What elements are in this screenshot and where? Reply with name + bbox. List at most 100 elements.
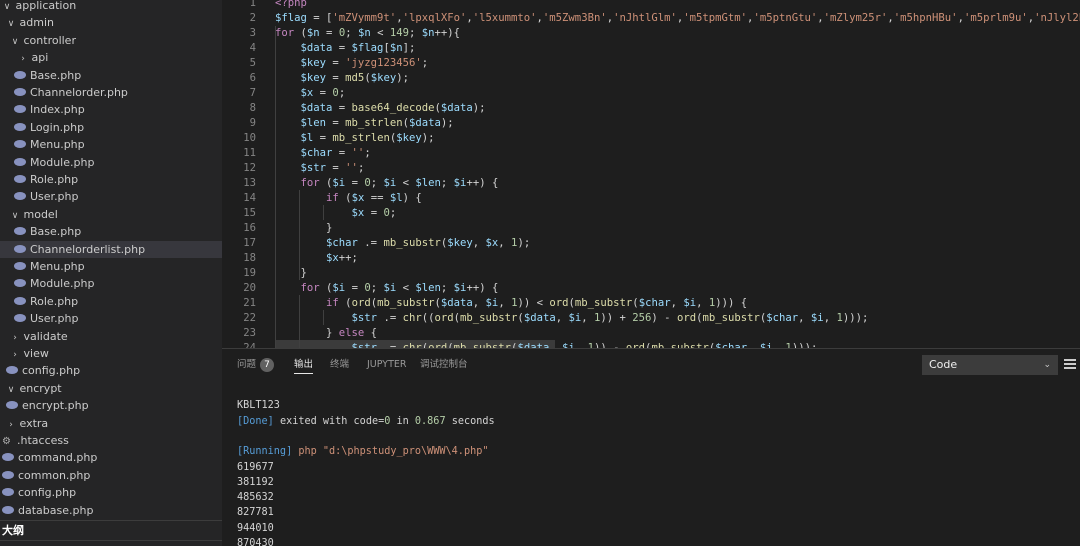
line-number: 19 — [243, 267, 256, 279]
code-line[interactable]: 23 } else { — [222, 326, 1080, 341]
file-item[interactable]: Menu.php — [0, 258, 222, 275]
panel-tab-label: 问题 — [237, 359, 257, 370]
code-line[interactable]: 8 $data = base64_decode($data); — [222, 101, 1080, 116]
output-channel-value: Code — [929, 358, 958, 371]
line-number: 6 — [249, 72, 256, 84]
file-item[interactable]: database.php — [0, 502, 222, 519]
folder-item[interactable]: › view — [0, 345, 222, 362]
file-item[interactable]: User.php — [0, 188, 222, 205]
panel-tab[interactable]: 终端 — [330, 358, 349, 374]
code-line[interactable]: 13 for ($i = 0; $i < $len; $i++) { — [222, 176, 1080, 191]
code-line[interactable]: 9 $len = mb_strlen($data); — [222, 116, 1080, 131]
file-item[interactable]: Module.php — [0, 154, 222, 171]
tree-item-label: User.php — [30, 190, 79, 204]
folder-item[interactable]: ∨ model — [0, 206, 222, 223]
folder-item[interactable]: › api — [0, 49, 222, 66]
line-number: 14 — [243, 192, 256, 204]
code-text: $char = ''; — [300, 147, 371, 159]
code-line[interactable]: 17 $char .= mb_substr($key, $x, 1); — [222, 236, 1080, 251]
tree-item-label: .htaccess — [17, 434, 69, 447]
file-item[interactable]: Channelorder.php — [0, 84, 222, 101]
folder-item[interactable]: ∨ controller — [0, 32, 222, 49]
tree-item-label: Module.php — [30, 155, 95, 169]
file-item[interactable]: Login.php — [0, 119, 222, 136]
file-item[interactable]: common.php — [0, 467, 222, 484]
panel-tab[interactable]: JUPYTER — [367, 358, 406, 374]
tree-item-label: api — [31, 51, 49, 65]
explorer-sidebar: ∨ application ∨ admin ∨ controller › api Bas… — [0, 0, 222, 546]
code-line[interactable]: 5 $key = 'jyzg123456'; — [222, 56, 1080, 71]
indent-guide — [299, 190, 300, 280]
file-item[interactable]: Menu.php — [0, 136, 222, 153]
file-item[interactable]: ⚙ .htaccess — [0, 432, 222, 449]
file-item[interactable]: User.php — [0, 310, 222, 327]
file-item[interactable]: command.php — [0, 449, 222, 466]
code-text: <?php — [275, 0, 307, 9]
file-item[interactable]: config.php — [0, 362, 222, 379]
tree-item-label: User.php — [30, 312, 79, 326]
code-line[interactable]: 10 $l = mb_strlen($key); — [222, 131, 1080, 146]
file-item[interactable]: config.php — [0, 484, 222, 501]
code-line[interactable]: 15 $x = 0; — [222, 206, 1080, 221]
code-line[interactable]: 2 $flag = ['mZVymm9t','lpxqlXFo','l5xummt… — [222, 11, 1080, 26]
line-number: 24 — [243, 342, 256, 348]
output-panel: 问题 7 输出 终端 JUPYTER 调试控制台 Code ⌄ KBLT123 [Done]… — [222, 348, 1080, 546]
folder-item[interactable]: ∨ admin — [0, 14, 222, 31]
code-line[interactable]: 11 $char = ''; — [222, 146, 1080, 161]
code-editor[interactable]: 1 <?php 2 $flag = ['mZVymm9t','lpxqlXFo','l… — [222, 0, 1080, 348]
file-item[interactable]: Base.php — [0, 223, 222, 240]
panel-tab[interactable]: 调试控制台 — [420, 358, 468, 374]
code-line[interactable]: 4 $data = $flag[$n]; — [222, 41, 1080, 56]
file-item[interactable]: Index.php — [0, 101, 222, 118]
php-file-icon — [14, 88, 26, 96]
timeline-section-header[interactable] — [0, 540, 222, 546]
code-line[interactable]: 24 $str .= chr(ord(mb_substr($data, $i, … — [222, 341, 1080, 348]
file-item[interactable]: Role.php — [0, 171, 222, 188]
code-line[interactable]: 7 $x = 0; — [222, 86, 1080, 101]
line-number: 4 — [249, 42, 256, 54]
code-line[interactable]: 20 for ($i = 0; $i < $len; $i++) { — [222, 281, 1080, 296]
php-file-icon — [14, 279, 26, 288]
file-item[interactable]: Role.php — [0, 293, 222, 310]
output-line: 827781 — [237, 507, 274, 519]
php-file-icon — [14, 105, 26, 114]
file-item[interactable]: encrypt.php — [0, 397, 222, 414]
output-channel-select[interactable]: Code ⌄ — [922, 355, 1058, 375]
folder-item[interactable]: ∨ application — [0, 0, 222, 14]
code-text: $key = 'jyzg123456'; — [300, 57, 429, 69]
code-line[interactable]: 3 for ($n = 0; $n < 149; $n++){ — [222, 26, 1080, 41]
tree-item-label: common.php — [18, 468, 91, 482]
folder-item[interactable]: › extra — [0, 415, 222, 432]
file-item[interactable]: Channelorderlist.php — [0, 240, 222, 258]
php-file-icon — [14, 192, 26, 201]
tree-item-label: Base.php — [30, 68, 82, 82]
code-line[interactable]: 16 } — [222, 221, 1080, 236]
output-line: 944010 — [237, 522, 274, 534]
code-line[interactable]: 12 $str = ''; — [222, 161, 1080, 176]
code-line[interactable]: 14 if ($x == $l) { — [222, 191, 1080, 206]
code-line[interactable]: 22 $str .= chr((ord(mb_substr($data, $i,… — [222, 311, 1080, 326]
code-line[interactable]: 1 <?php — [222, 0, 1080, 11]
panel-tab-label: JUPYTER — [367, 359, 407, 370]
php-file-icon — [14, 296, 26, 305]
file-item[interactable]: Module.php — [0, 275, 222, 292]
list-menu-icon[interactable] — [1064, 359, 1076, 369]
panel-tab[interactable]: 输出 — [294, 358, 314, 374]
panel-tab[interactable]: 问题 7 — [237, 358, 275, 374]
output-line: 619677 — [237, 461, 274, 473]
php-file-icon — [14, 262, 26, 270]
panel-tab-label: 调试控制台 — [420, 359, 468, 370]
php-file-icon — [6, 366, 18, 375]
code-text: for ($n = 0; $n < 149; $n++){ — [275, 27, 461, 39]
code-line[interactable]: 21 if (ord(mb_substr($data, $i, 1)) < or… — [222, 296, 1080, 311]
code-line[interactable]: 6 $key = md5($key); — [222, 71, 1080, 86]
file-item[interactable]: Base.php — [0, 67, 222, 84]
folder-item[interactable]: › validate — [0, 328, 222, 345]
folder-item[interactable]: ∨ encrypt — [0, 380, 222, 397]
code-line[interactable]: 19 } — [222, 266, 1080, 281]
php-file-icon — [14, 70, 26, 79]
code-line[interactable]: 18 $x++; — [222, 251, 1080, 266]
outline-section-header[interactable]: 大纲 — [0, 520, 222, 540]
code-text: $l = mb_strlen($key); — [300, 132, 435, 144]
php-file-icon — [2, 470, 14, 479]
